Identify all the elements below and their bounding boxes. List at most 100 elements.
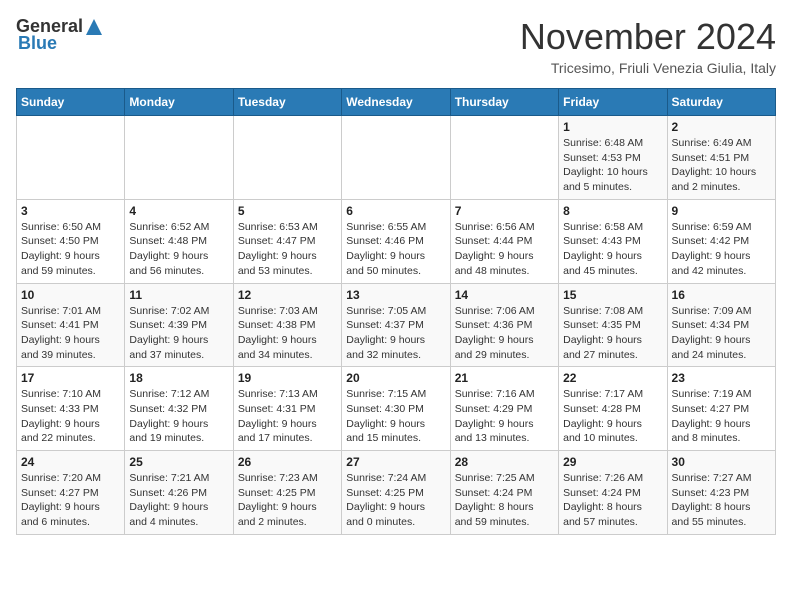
day-info: Sunrise: 7:16 AM Sunset: 4:29 PM Dayligh… (455, 387, 554, 446)
day-info: Sunrise: 7:20 AM Sunset: 4:27 PM Dayligh… (21, 471, 120, 530)
day-number: 13 (346, 288, 445, 302)
day-number: 12 (238, 288, 337, 302)
day-cell: 15 Sunrise: 7:08 AM Sunset: 4:35 PM Dayli… (559, 283, 667, 367)
week-row-2: 3 Sunrise: 6:50 AM Sunset: 4:50 PM Daylig… (17, 199, 776, 283)
page-header: General Blue November 2024 Tricesimo, Fr… (16, 16, 776, 76)
day-number: 15 (563, 288, 662, 302)
day-number: 25 (129, 455, 228, 469)
day-number: 7 (455, 204, 554, 218)
day-cell: 2 Sunrise: 6:49 AM Sunset: 4:51 PM Daylig… (667, 116, 775, 200)
day-info: Sunrise: 6:52 AM Sunset: 4:48 PM Dayligh… (129, 220, 228, 279)
day-info: Sunrise: 7:05 AM Sunset: 4:37 PM Dayligh… (346, 304, 445, 363)
day-info: Sunrise: 7:12 AM Sunset: 4:32 PM Dayligh… (129, 387, 228, 446)
day-cell: 13 Sunrise: 7:05 AM Sunset: 4:37 PM Dayli… (342, 283, 450, 367)
day-number: 9 (672, 204, 771, 218)
day-cell (450, 116, 558, 200)
day-info: Sunrise: 7:19 AM Sunset: 4:27 PM Dayligh… (672, 387, 771, 446)
day-number: 18 (129, 371, 228, 385)
day-info: Sunrise: 7:26 AM Sunset: 4:24 PM Dayligh… (563, 471, 662, 530)
day-info: Sunrise: 6:50 AM Sunset: 4:50 PM Dayligh… (21, 220, 120, 279)
day-info: Sunrise: 7:13 AM Sunset: 4:31 PM Dayligh… (238, 387, 337, 446)
title-block: November 2024 Tricesimo, Friuli Venezia … (520, 16, 776, 76)
day-info: Sunrise: 7:08 AM Sunset: 4:35 PM Dayligh… (563, 304, 662, 363)
day-cell: 10Sunrise: 7:01 AM Sunset: 4:41 PM Dayli… (17, 283, 125, 367)
day-number: 17 (21, 371, 120, 385)
day-cell: 29 Sunrise: 7:26 AM Sunset: 4:24 PM Dayli… (559, 451, 667, 535)
logo-triangle-icon (85, 18, 103, 36)
day-cell: 1 Sunrise: 6:48 AM Sunset: 4:53 PM Daylig… (559, 116, 667, 200)
header-row: SundayMondayTuesdayWednesdayThursdayFrid… (17, 89, 776, 116)
week-row-5: 24 Sunrise: 7:20 AM Sunset: 4:27 PM Dayli… (17, 451, 776, 535)
day-cell: 19 Sunrise: 7:13 AM Sunset: 4:31 PM Dayli… (233, 367, 341, 451)
day-cell: 14 Sunrise: 7:06 AM Sunset: 4:36 PM Dayli… (450, 283, 558, 367)
day-number: 22 (563, 371, 662, 385)
day-number: 24 (21, 455, 120, 469)
day-cell: 27 Sunrise: 7:24 AM Sunset: 4:25 PM Dayli… (342, 451, 450, 535)
day-number: 10 (21, 288, 120, 302)
day-info: Sunrise: 6:49 AM Sunset: 4:51 PM Dayligh… (672, 136, 771, 195)
header-wednesday: Wednesday (342, 89, 450, 116)
day-number: 3 (21, 204, 120, 218)
day-number: 14 (455, 288, 554, 302)
day-number: 6 (346, 204, 445, 218)
day-info: Sunrise: 7:25 AM Sunset: 4:24 PM Dayligh… (455, 471, 554, 530)
day-info: Sunrise: 7:15 AM Sunset: 4:30 PM Dayligh… (346, 387, 445, 446)
day-number: 4 (129, 204, 228, 218)
day-number: 27 (346, 455, 445, 469)
week-row-4: 17 Sunrise: 7:10 AM Sunset: 4:33 PM Dayli… (17, 367, 776, 451)
header-monday: Monday (125, 89, 233, 116)
day-cell: 18 Sunrise: 7:12 AM Sunset: 4:32 PM Dayli… (125, 367, 233, 451)
header-friday: Friday (559, 89, 667, 116)
day-number: 1 (563, 120, 662, 134)
day-info: Sunrise: 7:27 AM Sunset: 4:23 PM Dayligh… (672, 471, 771, 530)
day-cell: 22 Sunrise: 7:17 AM Sunset: 4:28 PM Dayli… (559, 367, 667, 451)
calendar-table: SundayMondayTuesdayWednesdayThursdayFrid… (16, 88, 776, 535)
logo-blue-text: Blue (18, 33, 57, 54)
day-number: 26 (238, 455, 337, 469)
day-cell: 6 Sunrise: 6:55 AM Sunset: 4:46 PM Daylig… (342, 199, 450, 283)
day-number: 8 (563, 204, 662, 218)
day-cell: 25 Sunrise: 7:21 AM Sunset: 4:26 PM Dayli… (125, 451, 233, 535)
day-info: Sunrise: 7:24 AM Sunset: 4:25 PM Dayligh… (346, 471, 445, 530)
month-title: November 2024 (520, 16, 776, 58)
day-info: Sunrise: 6:53 AM Sunset: 4:47 PM Dayligh… (238, 220, 337, 279)
day-cell: 7 Sunrise: 6:56 AM Sunset: 4:44 PM Daylig… (450, 199, 558, 283)
location-text: Tricesimo, Friuli Venezia Giulia, Italy (520, 60, 776, 76)
day-info: Sunrise: 7:21 AM Sunset: 4:26 PM Dayligh… (129, 471, 228, 530)
day-number: 28 (455, 455, 554, 469)
day-number: 11 (129, 288, 228, 302)
day-cell: 24 Sunrise: 7:20 AM Sunset: 4:27 PM Dayli… (17, 451, 125, 535)
day-number: 20 (346, 371, 445, 385)
day-cell: 12 Sunrise: 7:03 AM Sunset: 4:38 PM Dayli… (233, 283, 341, 367)
header-tuesday: Tuesday (233, 89, 341, 116)
day-cell: 9Sunrise: 6:59 AM Sunset: 4:42 PM Daylig… (667, 199, 775, 283)
calendar-body: 1 Sunrise: 6:48 AM Sunset: 4:53 PM Daylig… (17, 116, 776, 535)
header-saturday: Saturday (667, 89, 775, 116)
day-number: 19 (238, 371, 337, 385)
day-cell: 21Sunrise: 7:16 AM Sunset: 4:29 PM Dayli… (450, 367, 558, 451)
day-cell: 11 Sunrise: 7:02 AM Sunset: 4:39 PM Dayli… (125, 283, 233, 367)
day-info: Sunrise: 7:02 AM Sunset: 4:39 PM Dayligh… (129, 304, 228, 363)
day-info: Sunrise: 6:48 AM Sunset: 4:53 PM Dayligh… (563, 136, 662, 195)
calendar-header: SundayMondayTuesdayWednesdayThursdayFrid… (17, 89, 776, 116)
day-cell (342, 116, 450, 200)
day-info: Sunrise: 6:55 AM Sunset: 4:46 PM Dayligh… (346, 220, 445, 279)
day-number: 30 (672, 455, 771, 469)
header-sunday: Sunday (17, 89, 125, 116)
day-cell: 28 Sunrise: 7:25 AM Sunset: 4:24 PM Dayli… (450, 451, 558, 535)
day-info: Sunrise: 7:09 AM Sunset: 4:34 PM Dayligh… (672, 304, 771, 363)
day-info: Sunrise: 7:17 AM Sunset: 4:28 PM Dayligh… (563, 387, 662, 446)
logo: General Blue (16, 16, 103, 54)
day-info: Sunrise: 7:06 AM Sunset: 4:36 PM Dayligh… (455, 304, 554, 363)
day-number: 23 (672, 371, 771, 385)
day-cell: 30 Sunrise: 7:27 AM Sunset: 4:23 PM Dayli… (667, 451, 775, 535)
header-thursday: Thursday (450, 89, 558, 116)
day-number: 2 (672, 120, 771, 134)
day-info: Sunrise: 7:10 AM Sunset: 4:33 PM Dayligh… (21, 387, 120, 446)
day-number: 5 (238, 204, 337, 218)
day-info: Sunrise: 6:56 AM Sunset: 4:44 PM Dayligh… (455, 220, 554, 279)
day-cell: 5 Sunrise: 6:53 AM Sunset: 4:47 PM Daylig… (233, 199, 341, 283)
day-info: Sunrise: 7:23 AM Sunset: 4:25 PM Dayligh… (238, 471, 337, 530)
day-info: Sunrise: 7:03 AM Sunset: 4:38 PM Dayligh… (238, 304, 337, 363)
day-number: 29 (563, 455, 662, 469)
